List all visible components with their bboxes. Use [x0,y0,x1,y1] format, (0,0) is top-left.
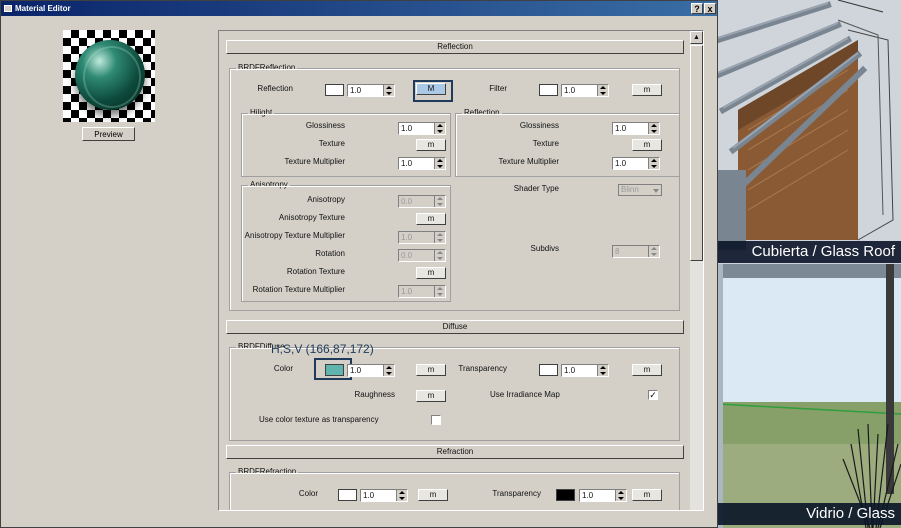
roughness-label: Raughness [354,390,395,399]
filter-map-button[interactable]: m [632,84,662,96]
refraction-color-label: Color [298,489,318,498]
color-texture-transparency-label: Use color texture as transparency [259,415,379,424]
irradiance-map-label: Use Irradiance Map [490,390,560,399]
diffuse-transparency-field[interactable]: 1.0 [561,364,609,377]
shader-type-dropdown[interactable]: Blinn [618,184,662,196]
anisotropy-texture-multiplier-label: Anisotropy Texture Multiplier [244,231,345,240]
refraction-rollout[interactable]: Refraction [226,445,684,459]
diffuse-color-map-button[interactable]: m [416,364,446,376]
brdf-reflection-label: BRDFReflection [236,63,298,72]
vertical-scrollbar[interactable]: ▲ [690,31,703,510]
reflection-glossiness-field[interactable]: 1.0 [612,122,660,135]
diffuse-color-label: Color [273,364,293,373]
shader-type-label: Shader Type [513,184,559,193]
glass-roof-render: Cubierta / Glass Roof [718,0,901,264]
anisotropy-texture-map-button[interactable]: m [416,213,446,225]
hsv-tooltip: H,S,V (166,87,172) [271,342,374,356]
diffuse-rollout[interactable]: Diffuse [226,320,684,334]
preview-sphere [75,40,145,110]
scroll-up-arrow[interactable]: ▲ [690,31,703,44]
anisotropy-group-label: Anisotropy [248,180,290,189]
refraction-transparency-field[interactable]: 1.0 [579,489,627,502]
hilight-texture-multiplier-label: Texture Multiplier [284,157,345,166]
refraction-transparency-swatch[interactable] [556,489,575,501]
diffuse-transparency-label: Transparency [458,364,507,373]
diffuse-transparency-swatch[interactable] [539,364,558,376]
anisotropy-texture-multiplier-field[interactable]: 1.0 [398,231,446,244]
rotation-field[interactable]: 0.0 [398,249,446,262]
reflection-amount-field[interactable]: 1.0 [347,84,395,97]
glass-roof-illustration [718,0,901,264]
reflection-label: Reflection [257,84,293,93]
hilight-glossiness-field[interactable]: 1.0 [398,122,446,135]
color-texture-transparency-checkbox[interactable] [431,415,441,425]
reflection-rollout[interactable]: Reflection [226,40,684,54]
subdivs-field[interactable]: 8 [612,245,660,258]
rotation-texture-multiplier-label: Rotation Texture Multiplier [252,285,345,294]
filter-amount-field[interactable]: 1.0 [561,84,609,97]
reflection-glossiness-label: Glossiness [519,121,559,130]
irradiance-map-checkbox[interactable]: ✓ [648,390,658,400]
reflection-color-swatch[interactable] [325,84,344,96]
reflection-texture-multiplier-label: Texture Multiplier [498,157,559,166]
help-button[interactable]: ? [691,3,703,14]
glass-roof-caption: Cubierta / Glass Roof [718,241,901,263]
subdivs-label: Subdivs [530,244,559,253]
hilight-texture-multiplier-field[interactable]: 1.0 [398,157,446,170]
preview-button[interactable]: Preview [82,127,135,141]
hilight-texture-map-button[interactable]: m [416,139,446,151]
glass-window-illustration [718,264,901,528]
hilight-texture-label: Texture [318,139,345,148]
glass-window-render: Vidrio / Glass [718,264,901,528]
hilight-label: Hilight [248,108,275,117]
rotation-texture-label: Rotation Texture [286,267,345,276]
refraction-color-amount-field[interactable]: 1.0 [360,489,408,502]
anisotropy-texture-label: Anisotropy Texture [278,213,345,222]
title-bar[interactable]: Material Editor ? x [1,1,717,16]
filter-label: Filter [489,84,507,93]
refraction-color-swatch[interactable] [338,489,357,501]
brdf-diffuse-group: BRDFDiffuse [229,342,680,441]
filter-color-swatch[interactable] [539,84,558,96]
material-editor-window: Material Editor ? x Preview ▲ Reflection… [0,0,718,528]
roughness-map-button[interactable]: m [416,390,446,402]
scroll-thumb[interactable] [690,45,703,261]
refraction-transparency-map-button[interactable]: m [632,489,662,501]
refraction-transparency-label: Transparency [492,489,541,498]
reflection-map-highlight [413,80,453,102]
reflection-texture-label: Texture [532,139,559,148]
brdf-refraction-label: BRDFRefraction [236,467,299,476]
hilight-glossiness-label: Glossiness [305,121,345,130]
close-button[interactable]: x [704,3,716,14]
properties-panel: ▲ Reflection BRDFReflection Reflection 1… [218,30,704,511]
glass-window-caption: Vidrio / Glass [718,503,901,525]
rotation-texture-map-button[interactable]: m [416,267,446,279]
rotation-texture-multiplier-field[interactable]: 1.0 [398,285,446,298]
reflection-texture-map-button[interactable]: m [632,139,662,151]
window-title: Material Editor [15,4,71,13]
anisotropy-label: Anisotropy [307,195,345,204]
anisotropy-field[interactable]: 0.0 [398,195,446,208]
diffuse-color-amount-field[interactable]: 1.0 [347,364,395,377]
refraction-color-map-button[interactable]: m [418,489,448,501]
material-preview-image [63,30,155,122]
reflection-sub-label: Reflection [462,108,502,117]
rotation-label: Rotation [315,249,345,258]
diffuse-transparency-map-button[interactable]: m [632,364,662,376]
reflection-texture-multiplier-field[interactable]: 1.0 [612,157,660,170]
app-icon [4,5,12,12]
